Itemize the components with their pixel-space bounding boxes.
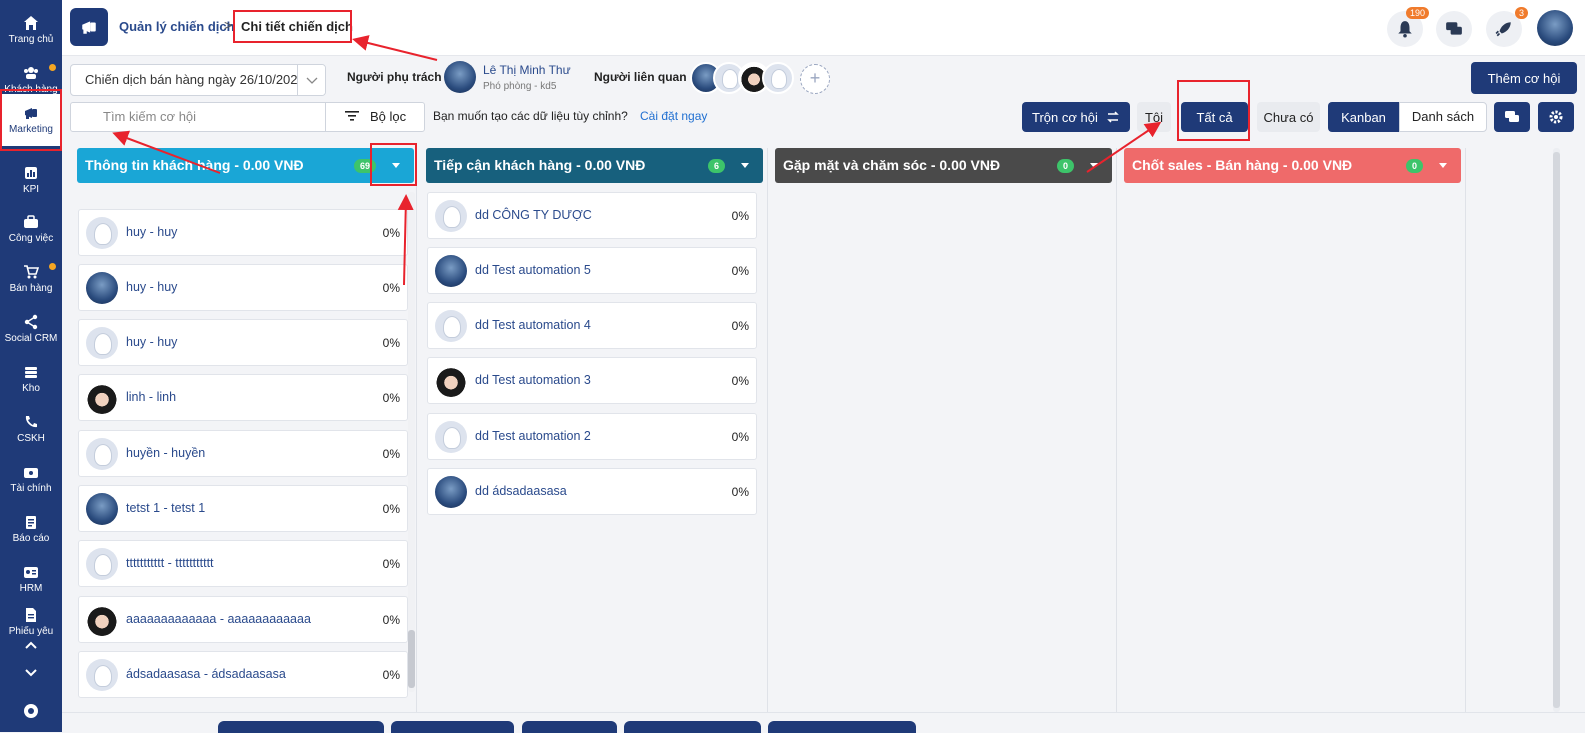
annotation-arrow [352, 35, 438, 61]
bottom-tab[interactable] [624, 721, 761, 733]
bottom-tab[interactable] [522, 721, 617, 733]
bottom-tabs-bar [62, 712, 1585, 733]
annotation-arrow [397, 194, 414, 286]
annotation-arrow [1086, 121, 1162, 173]
bottom-tab[interactable] [391, 721, 514, 733]
annotation-arrows [112, 35, 1162, 286]
annotation-arrow [112, 130, 221, 174]
bottom-tab[interactable] [218, 721, 384, 733]
bottom-tab[interactable] [768, 721, 916, 733]
